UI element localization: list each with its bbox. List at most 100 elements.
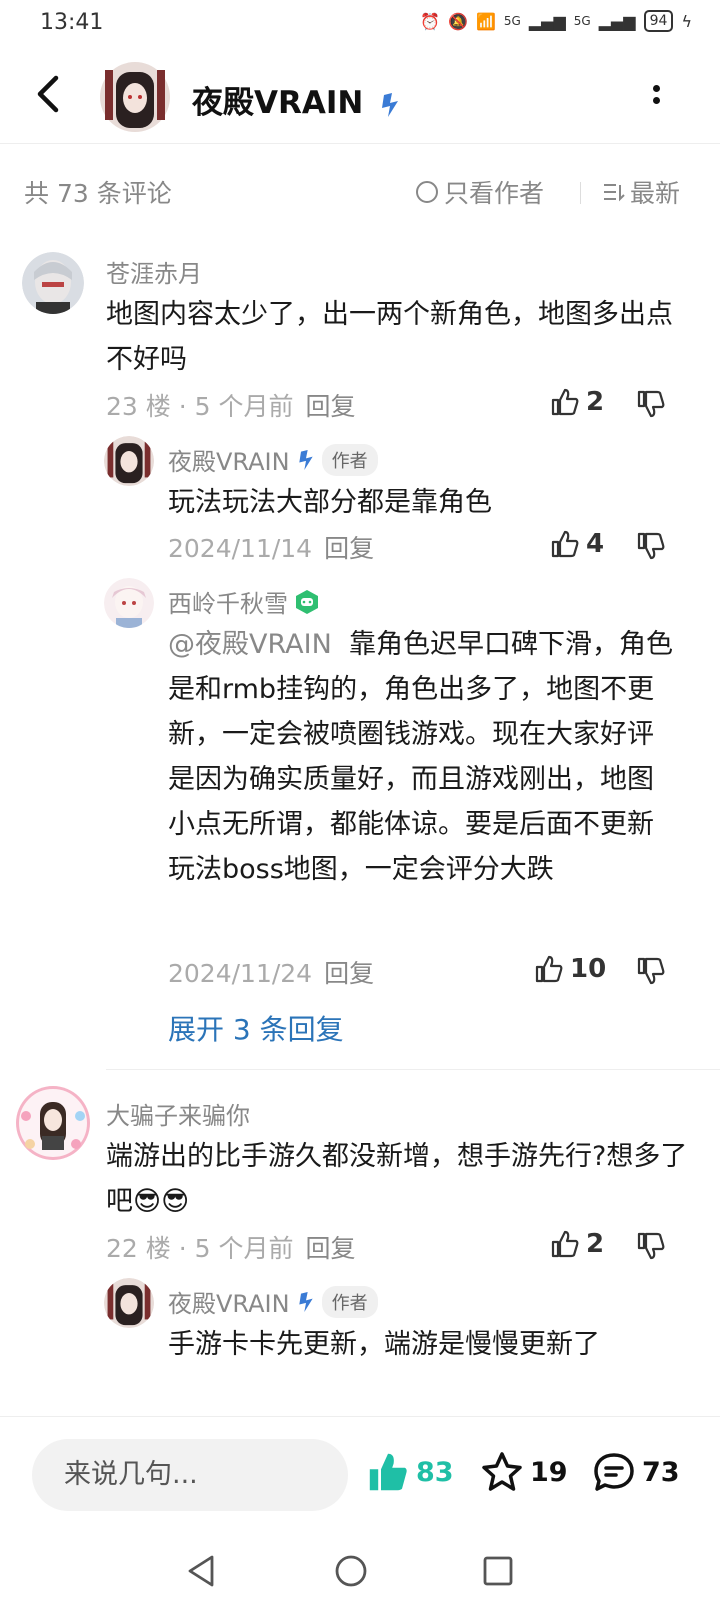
reply-button[interactable]: 回复 — [324, 959, 374, 988]
comment-meta: 23 楼 · 5 个月前 回复 — [106, 387, 355, 423]
charging-icon: ϟ — [681, 11, 692, 31]
sort-button[interactable]: 最新 — [602, 174, 680, 210]
like-post-button[interactable]: 83 — [366, 1451, 454, 1493]
wifi-icon: 📶 — [475, 11, 496, 31]
comment-meta: 22 楼 · 5 个月前 回复 — [106, 1229, 355, 1265]
reply-username[interactable]: 夜殿VRAIN 作者 — [168, 442, 378, 477]
comment-input[interactable]: 来说几句... — [32, 1439, 348, 1511]
comment-count: 共 73 条评论 — [24, 179, 172, 208]
reply-meta: 2024/11/14 回复 — [168, 529, 374, 565]
reply-button[interactable]: 回复 — [324, 534, 374, 563]
avatar[interactable] — [16, 1086, 90, 1160]
sort-label: 最新 — [630, 179, 681, 208]
radio-circle-icon — [416, 181, 438, 203]
system-nav-bar — [0, 1540, 720, 1612]
like-button[interactable]: 2 — [550, 1229, 604, 1259]
nav-recents-icon — [483, 1556, 513, 1586]
reply-meta: 2024/11/24 回复 — [168, 954, 374, 990]
verified-badge-icon — [298, 449, 313, 470]
sort-icon — [604, 184, 625, 202]
comment-username[interactable]: 苍涯赤月 — [106, 254, 202, 289]
dislike-button[interactable] — [636, 1231, 666, 1265]
thumbs-down-icon — [637, 532, 665, 560]
thumbs-down-icon — [637, 1232, 665, 1260]
comment-text: 地图内容太少了，出一两个新角色，地图多出点不好吗 — [106, 299, 673, 375]
author-only-toggle[interactable]: 只看作者 — [416, 174, 544, 210]
reply-button[interactable]: 回复 — [305, 1234, 355, 1263]
reply-time: 2024/11/14 — [168, 534, 313, 563]
thumbs-up-icon — [551, 530, 579, 558]
bottom-action-bar: 来说几句... 83 19 73 — [0, 1416, 720, 1526]
author-avatar[interactable] — [100, 62, 170, 132]
post-like-count: 83 — [416, 1456, 454, 1488]
reply-username-text: 夜殿VRAIN — [168, 448, 290, 476]
alarm-icon: ⏰ — [420, 11, 441, 31]
avatar-image — [104, 1278, 154, 1328]
avatar[interactable] — [104, 436, 154, 486]
mute-icon: 🔕 — [448, 11, 468, 31]
thumbs-up-icon — [551, 388, 579, 416]
reply-username-text: 西岭千秋雪 — [168, 590, 288, 618]
avatar[interactable] — [104, 1278, 154, 1328]
status-icons: ⏰ 🔕 📶 5G ▂▄▆ 5G ▂▄▆ 94 ϟ — [420, 10, 692, 32]
avatar-image — [100, 62, 170, 132]
comment-floor-time: 23 楼 · 5 个月前 — [106, 392, 294, 421]
dislike-button[interactable] — [636, 531, 666, 565]
favorite-count: 19 — [530, 1456, 568, 1488]
comment-floor-time: 22 楼 · 5 个月前 — [106, 1234, 294, 1263]
like-count: 10 — [570, 954, 607, 984]
signal-icon: ▂▄▆ — [528, 11, 566, 31]
author-tag: 作者 — [321, 1285, 378, 1318]
reply-text-body: 靠角色迟早口碑下滑，角色是和rmb挂钩的，角色出多了，地图不更新，一定会被喷圈钱… — [168, 629, 673, 885]
author-only-label: 只看作者 — [444, 179, 545, 208]
status-time: 13:41 — [40, 10, 104, 35]
battery-level: 94 — [643, 10, 674, 32]
reply-text: 玩法玩法大部分都是靠角色 — [168, 487, 492, 518]
avatar[interactable] — [22, 252, 84, 314]
like-count: 2 — [586, 1229, 605, 1259]
dislike-button[interactable] — [636, 389, 666, 423]
reply-username[interactable]: 夜殿VRAIN 作者 — [168, 1284, 378, 1319]
more-dot — [652, 85, 660, 92]
thumbs-up-icon — [551, 1230, 579, 1258]
like-button[interactable]: 2 — [550, 387, 604, 417]
reply-username-text: 夜殿VRAIN — [168, 1290, 290, 1318]
expand-replies-link[interactable]: 展开 3 条回复 — [168, 1008, 344, 1048]
avatar-image — [16, 1086, 90, 1160]
comment-text: 端游出的比手游久都没新增，想手游先行?想多了吧😎😎 — [106, 1141, 688, 1217]
avatar-image — [104, 578, 154, 628]
filter-divider — [580, 182, 581, 204]
nav-home-button[interactable] — [334, 1554, 368, 1592]
thumbs-down-icon — [637, 390, 665, 418]
like-count: 4 — [586, 529, 605, 559]
favorite-button[interactable]: 19 — [480, 1451, 568, 1493]
avatar-image — [22, 252, 84, 314]
like-count: 2 — [586, 387, 605, 417]
reply-username[interactable]: 西岭千秋雪 — [168, 584, 320, 619]
thumbs-down-icon — [637, 957, 665, 985]
game-badge-icon — [296, 589, 318, 614]
star-icon — [482, 1452, 522, 1491]
more-dot — [652, 97, 660, 104]
like-button[interactable]: 10 — [534, 954, 606, 984]
filter-bar: 共 73 条评论 只看作者 最新 — [0, 160, 720, 224]
nav-home-icon — [335, 1555, 367, 1587]
back-button[interactable] — [34, 72, 74, 122]
comments-button[interactable]: 73 — [592, 1451, 680, 1493]
thumbs-up-icon — [535, 955, 563, 983]
like-button[interactable]: 4 — [550, 529, 604, 559]
comment-username[interactable]: 大骗子来骗你 — [106, 1096, 250, 1131]
network-type-2: 5G — [573, 14, 591, 28]
page-title: 夜殿VRAIN — [192, 77, 402, 122]
reply-button[interactable]: 回复 — [305, 392, 355, 421]
page-title-text: 夜殿VRAIN — [192, 85, 364, 121]
nav-recents-button[interactable] — [482, 1554, 514, 1592]
status-bar: 13:41 ⏰ 🔕 📶 5G ▂▄▆ 5G ▂▄▆ 94 ϟ — [0, 0, 720, 50]
mention-link[interactable]: @夜殿VRAIN — [168, 629, 332, 660]
verified-badge-icon — [382, 92, 399, 117]
dislike-button[interactable] — [636, 956, 666, 990]
avatar[interactable] — [104, 578, 154, 628]
more-options-button[interactable] — [646, 82, 666, 112]
reply-time: 2024/11/24 — [168, 959, 313, 988]
nav-back-button[interactable] — [186, 1554, 216, 1592]
